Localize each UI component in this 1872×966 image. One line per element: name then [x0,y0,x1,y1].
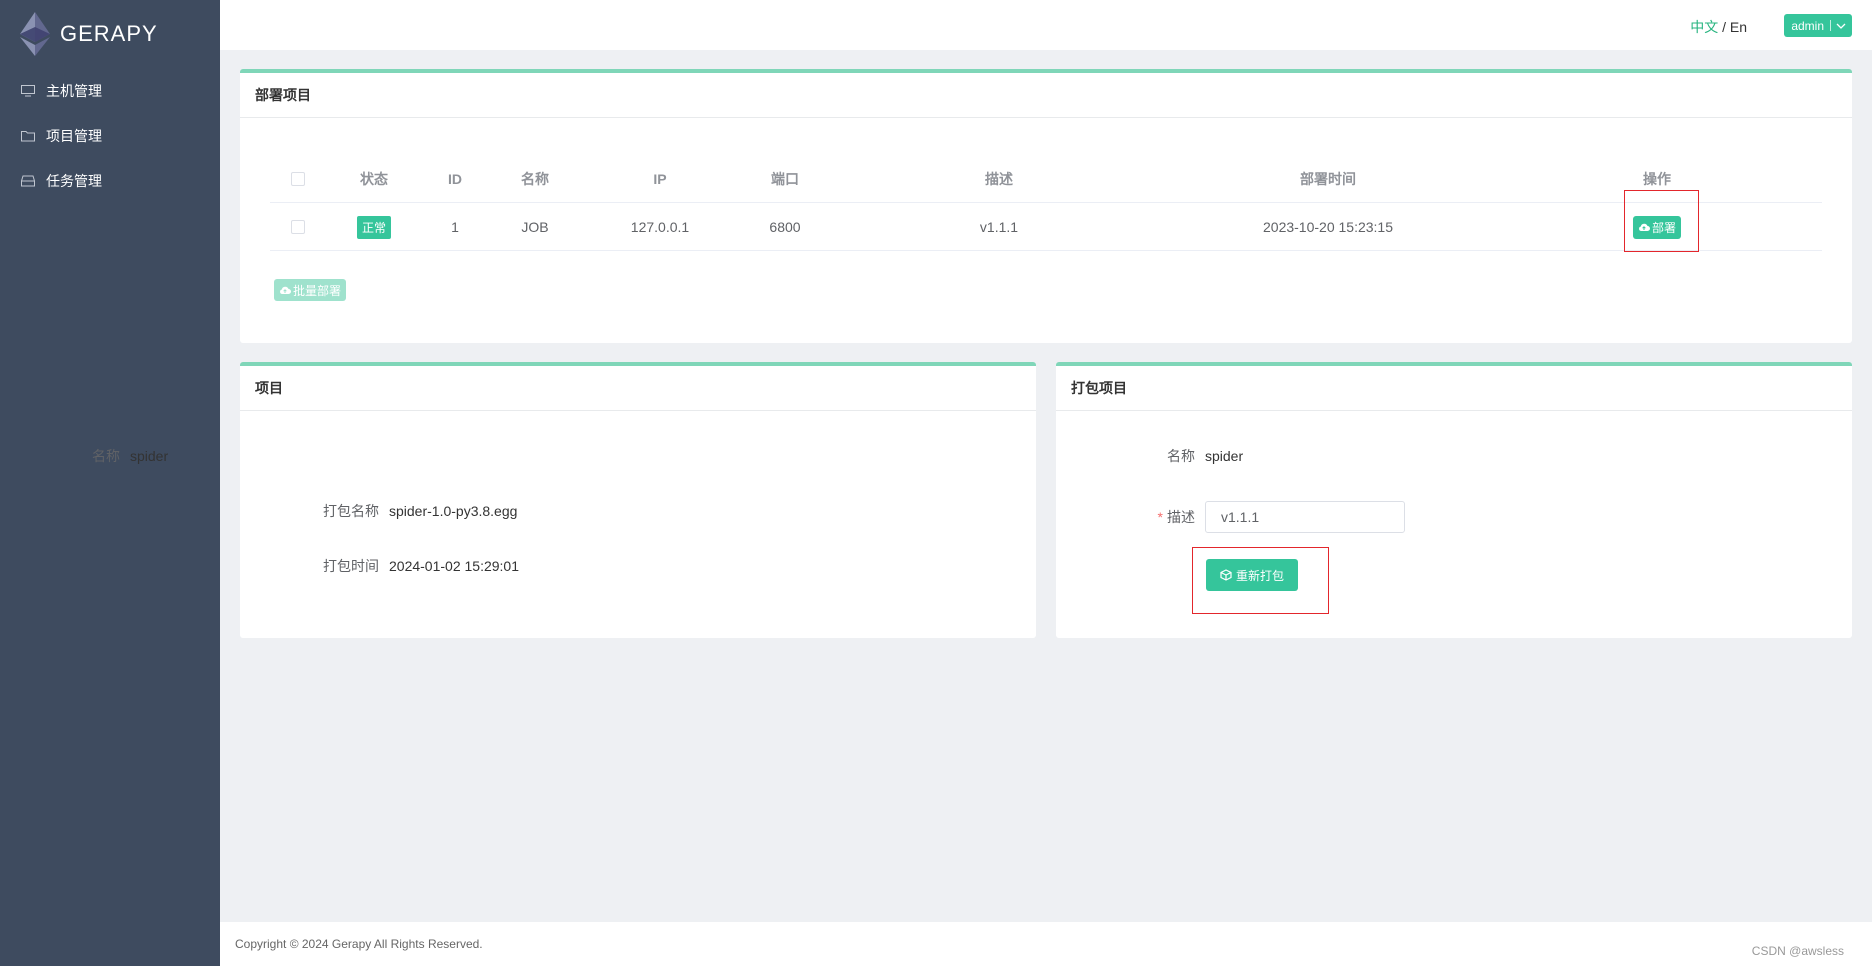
column-header: 描述 [985,171,1013,187]
description-input[interactable]: v1.1.1 [1205,501,1405,533]
ethereum-logo-icon [20,12,50,56]
batch-deploy-label: 批量部署 [293,283,342,298]
chevron-down-icon [1836,23,1846,29]
table-row: 正常 1 JOB 127.0.0.1 6800 v1.1.1 2023-10-2… [270,203,1822,251]
deploy-time-cell: 2023-10-20 15:23:15 [1263,219,1393,235]
footer: Copyright © 2024 Gerapy All Rights Reser… [220,922,1872,966]
inbox-icon [20,174,36,188]
copyright-text: Copyright © 2024 Gerapy All Rights Reser… [235,937,483,951]
watermark-text: CSDN @awsless [1751,944,1844,958]
sidebar-item-label: 任务管理 [46,172,102,189]
package-name-value: spider [1205,448,1244,464]
app-name: GERAPY [60,21,158,46]
project-name-value: spider [130,448,169,464]
name-cell: JOB [521,219,549,235]
field-label: 名称 [92,448,120,464]
cloud-upload-icon [280,286,291,294]
description-cell: v1.1.1 [979,219,1019,235]
sidebar-item-hosts[interactable]: 主机管理 [0,68,220,113]
sidebar: GERAPY 主机管理 项目管理 任务管理 [0,0,220,966]
project-name-row: 名称 spider [0,446,168,466]
deploy-panel: 部署项目 状态 ID 名称 IP 端口 描述 部署时间 操作 正常 1 JOB … [240,69,1852,343]
package-panel: 打包项目 名称 spider * 描述 v1.1.1 重新打包 [1056,362,1852,638]
panel-title: 部署项目 [240,73,1852,118]
sidebar-item-tasks[interactable]: 任务管理 [0,158,220,203]
deploy-table: 状态 ID 名称 IP 端口 描述 部署时间 操作 正常 1 JOB 127.0… [270,155,1822,251]
logo[interactable]: GERAPY [0,0,220,68]
divider [1830,20,1831,31]
user-menu-button[interactable]: admin [1784,14,1852,37]
status-cell: 正常 [356,203,392,251]
lang-en-link[interactable]: En [1730,19,1747,35]
required-asterisk: * [1157,509,1163,525]
lang-zh-link[interactable]: 中文 [1690,19,1718,35]
repackage-highlight [1192,547,1329,614]
column-header: 名称 [521,171,549,187]
field-label-text: 描述 [1167,509,1195,525]
package-name-row: 打包名称 spider-1.0-py3.8.egg [240,501,517,521]
package-time-row: 打包时间 2024-01-02 15:29:01 [240,556,519,576]
id-cell: 1 [451,219,459,235]
column-header: 状态 [360,171,388,187]
column-header: 端口 [771,171,799,187]
language-switch: 中文 / En [1690,17,1747,37]
row-checkbox[interactable] [291,220,305,234]
select-all-cell [291,155,305,203]
folder-icon [20,129,36,143]
package-name-value: spider-1.0-py3.8.egg [389,503,518,519]
panel-title: 打包项目 [1056,366,1852,411]
lang-separator: / [1718,19,1730,35]
column-header: 部署时间 [1300,171,1356,187]
monitor-icon [20,84,36,98]
field-label: 名称 [1167,448,1195,464]
column-header: IP [653,171,667,187]
sidebar-item-label: 主机管理 [46,82,102,99]
panel-title: 项目 [240,366,1036,411]
select-all-checkbox[interactable] [291,172,305,186]
ip-cell: 127.0.0.1 [630,219,690,235]
sidebar-item-label: 项目管理 [46,127,102,144]
username: admin [1791,18,1824,33]
description-row: * 描述 v1.1.1 [1056,501,1405,533]
deploy-action-highlight [1624,190,1699,252]
top-header: 中文 / En admin [220,0,1872,50]
table-header-row: 状态 ID 名称 IP 端口 描述 部署时间 操作 [270,155,1822,203]
status-badge: 正常 [356,215,392,239]
column-header: ID [448,171,462,187]
port-cell: 6800 [769,219,801,235]
row-select-cell [291,203,305,251]
project-panel: 项目 名称 spider 打包名称 spider-1.0-py3.8.egg 打… [92,362,1036,638]
batch-deploy-button[interactable]: 批量部署 [274,279,347,301]
field-label: * 描述 [1056,507,1205,527]
field-label: 打包名称 [323,503,379,519]
field-label: 打包时间 [323,558,379,574]
package-time-value: 2024-01-02 15:29:01 [389,558,519,574]
package-name-row: 名称 spider [1056,446,1243,466]
sidebar-item-projects[interactable]: 项目管理 [0,113,220,158]
